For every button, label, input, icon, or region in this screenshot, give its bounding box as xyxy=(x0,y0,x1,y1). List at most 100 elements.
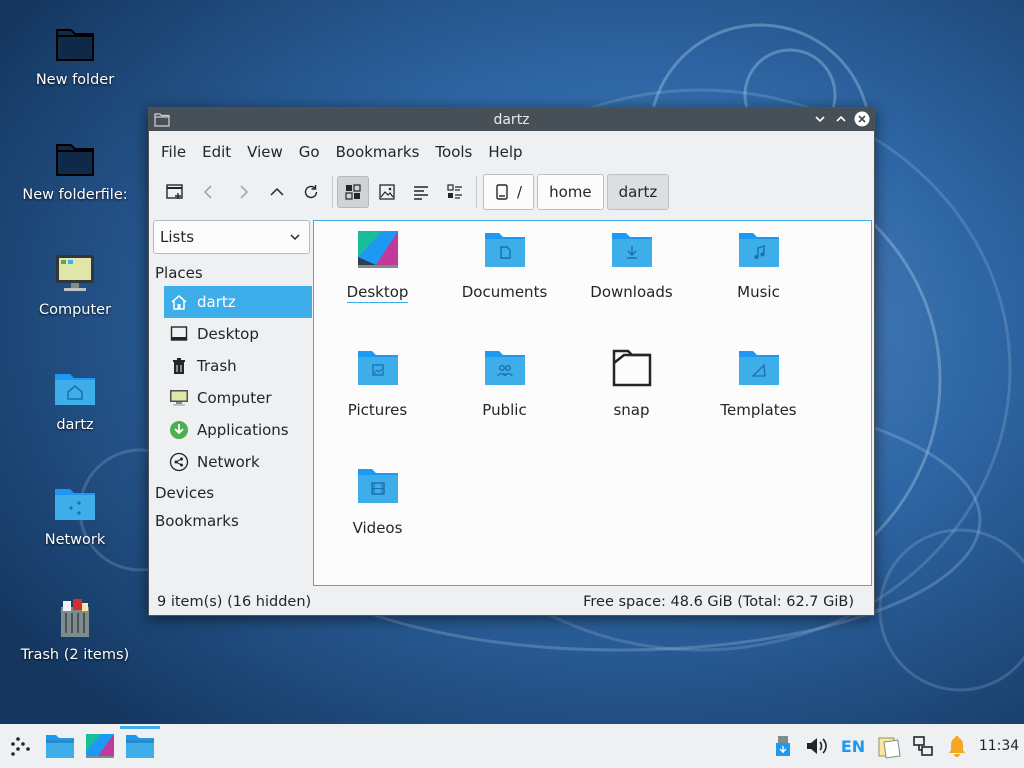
places-header[interactable]: Places xyxy=(152,264,312,286)
menu-file[interactable]: File xyxy=(154,143,193,161)
file-item-pictures[interactable]: Pictures xyxy=(314,339,441,449)
file-manager-launcher[interactable] xyxy=(40,724,80,768)
file-item-snap[interactable]: snap xyxy=(568,339,695,449)
close-icon xyxy=(854,111,870,127)
folder-app-icon xyxy=(154,113,170,127)
show-desktop-button[interactable] xyxy=(80,724,120,768)
sidebar-item-desktop[interactable]: Desktop xyxy=(164,318,312,350)
file-item-public[interactable]: Public xyxy=(441,339,568,449)
usb-device-icon xyxy=(776,736,790,756)
sidebar-item-label: Applications xyxy=(197,421,289,439)
desktop-icon-trash[interactable]: Trash (2 items) xyxy=(10,595,140,663)
menu-tools[interactable]: Tools xyxy=(428,143,479,161)
window-titlebar[interactable]: dartz xyxy=(149,108,874,131)
devices-header[interactable]: Devices xyxy=(152,479,312,507)
arrow-up-icon xyxy=(270,187,284,196)
breadcrumb-home[interactable]: home xyxy=(537,174,604,210)
file-item-label: Templates xyxy=(720,401,797,419)
folder-dark-icon xyxy=(56,144,94,176)
menu-bookmarks[interactable]: Bookmarks xyxy=(329,143,427,161)
file-item-label: snap xyxy=(613,401,650,419)
toolbar-separator xyxy=(332,176,333,208)
folder-outline-icon xyxy=(612,349,651,387)
menu-edit[interactable]: Edit xyxy=(195,143,238,161)
maximize-button[interactable] xyxy=(833,111,849,127)
file-item-videos[interactable]: Videos xyxy=(314,457,441,567)
file-view[interactable]: Desktop Documents Downloads Music Pictur… xyxy=(313,220,872,586)
file-item-downloads[interactable]: Downloads xyxy=(568,221,695,331)
removable-device-button[interactable] xyxy=(766,724,800,768)
back-button[interactable] xyxy=(193,176,225,208)
notifications-button[interactable] xyxy=(940,724,974,768)
sidebar-item-label: Network xyxy=(197,453,260,471)
window-title: dartz xyxy=(493,111,530,128)
desktop-icon-dartz[interactable]: dartz xyxy=(10,365,140,433)
menu-go[interactable]: Go xyxy=(292,143,327,161)
clipboard-button[interactable] xyxy=(872,724,906,768)
new-tab-button[interactable] xyxy=(159,176,191,208)
breadcrumb-root-label: / xyxy=(517,183,523,201)
app-launcher-icon xyxy=(11,737,30,756)
desktop-icon-label: New folder xyxy=(35,72,115,88)
side-pane-mode-value: Lists xyxy=(160,228,195,246)
network-wired-icon xyxy=(913,736,933,756)
file-item-label: Pictures xyxy=(347,401,408,419)
status-item-count: 9 item(s) (16 hidden) xyxy=(157,594,312,610)
templates-folder-icon xyxy=(738,351,779,385)
documents-folder-icon xyxy=(484,233,525,267)
side-pane-mode-select[interactable]: Lists xyxy=(153,220,310,254)
volume-button[interactable] xyxy=(800,724,834,768)
sidebar-item-computer[interactable]: Computer xyxy=(164,382,312,414)
icon-view-button[interactable] xyxy=(337,176,369,208)
desktop-icon-computer[interactable]: Computer xyxy=(10,250,140,318)
file-item-documents[interactable]: Documents xyxy=(441,221,568,331)
home-folder-icon xyxy=(55,374,95,405)
music-folder-icon xyxy=(738,233,779,267)
keyboard-layout-indicator[interactable]: EN xyxy=(834,724,872,768)
file-item-templates[interactable]: Templates xyxy=(695,339,822,449)
file-item-label: Public xyxy=(482,401,527,419)
folder-icon xyxy=(46,735,74,758)
compact-view-button[interactable] xyxy=(405,176,437,208)
clock[interactable]: 11:34 xyxy=(974,724,1024,768)
detailed-list-icon xyxy=(447,184,462,199)
thumbnail-view-button[interactable] xyxy=(371,176,403,208)
status-free-space: Free space: 48.6 GiB (Total: 62.7 GiB) xyxy=(583,594,854,610)
application-menu-button[interactable] xyxy=(0,724,40,768)
menu-bar: File Edit View Go Bookmarks Tools Help xyxy=(149,131,874,172)
sidebar-item-network[interactable]: Network xyxy=(164,446,312,478)
detailed-view-button[interactable] xyxy=(439,176,471,208)
file-item-music[interactable]: Music xyxy=(695,221,822,331)
up-button[interactable] xyxy=(261,176,293,208)
file-item-label: Music xyxy=(737,283,780,301)
network-status-button[interactable] xyxy=(906,724,940,768)
menu-help[interactable]: Help xyxy=(481,143,529,161)
pictures-folder-icon xyxy=(357,351,398,385)
breadcrumb-root[interactable]: / xyxy=(483,174,535,210)
close-button[interactable] xyxy=(854,111,870,127)
reload-button[interactable] xyxy=(295,176,327,208)
file-item-desktop[interactable]: Desktop xyxy=(314,221,441,331)
bookmarks-header[interactable]: Bookmarks xyxy=(152,507,312,535)
folder-icon xyxy=(126,735,154,758)
desktop-icon-new-folderfile[interactable]: New folderfile: xyxy=(10,135,140,203)
taskbar-window-dartz[interactable] xyxy=(120,724,160,768)
forward-button[interactable] xyxy=(227,176,259,208)
menu-view[interactable]: View xyxy=(240,143,290,161)
trash-full-icon xyxy=(61,599,89,637)
file-manager-window: dartz File Edit View Go Bookmarks Tools … xyxy=(148,107,875,616)
file-item-label: Desktop xyxy=(346,283,409,303)
desktop-folder-icon xyxy=(357,231,398,268)
breadcrumb-dartz[interactable]: dartz xyxy=(606,174,670,210)
clipboard-icon xyxy=(878,737,901,759)
minimize-button[interactable] xyxy=(812,111,828,127)
desktop-icon-new-folder[interactable]: New folder xyxy=(10,20,140,88)
sidebar-item-trash[interactable]: Trash xyxy=(164,350,312,382)
sidebar-item-label: dartz xyxy=(197,293,236,311)
sidebar-item-applications[interactable]: Applications xyxy=(164,414,312,446)
desktop-icon-label: Network xyxy=(44,532,106,548)
sidebar-item-dartz[interactable]: dartz xyxy=(164,286,312,318)
desktop-icon-label: dartz xyxy=(56,417,94,433)
desktop-icon-network[interactable]: Network xyxy=(10,480,140,548)
arrow-left-icon xyxy=(203,185,212,199)
